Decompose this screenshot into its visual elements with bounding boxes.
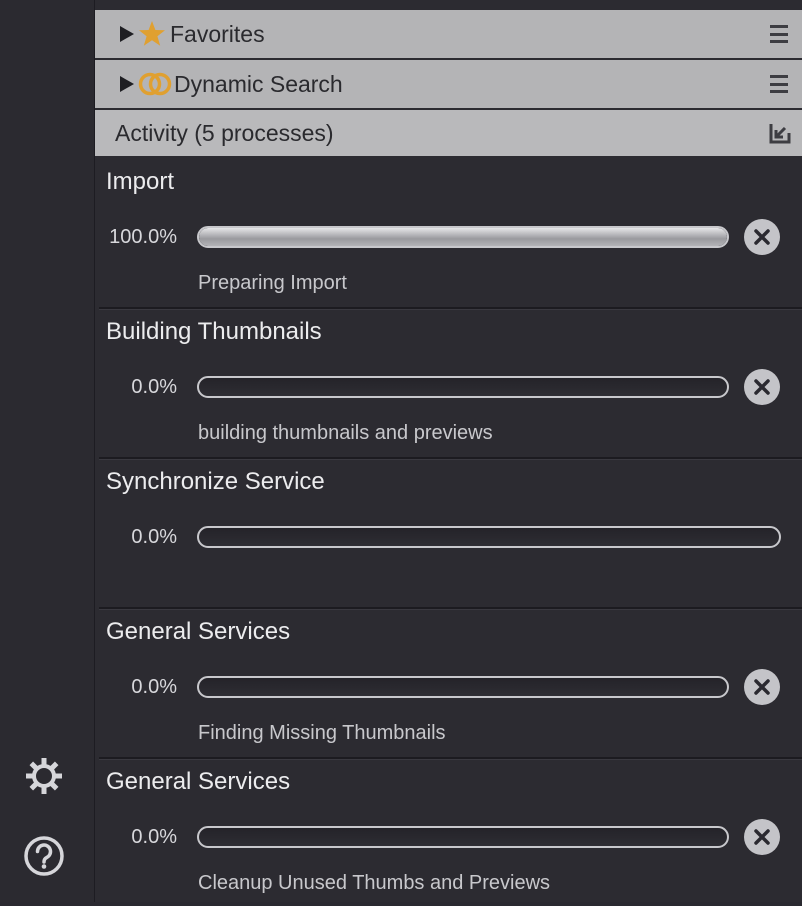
cancel-button[interactable] bbox=[744, 669, 780, 705]
process-item: General Services 0.0% Finding Missing Th… bbox=[99, 606, 802, 756]
dynamic-search-header[interactable]: Dynamic Search bbox=[95, 60, 802, 108]
process-percent: 0.0% bbox=[131, 526, 177, 548]
process-title: General Services bbox=[106, 768, 291, 795]
process-status: Preparing Import bbox=[198, 272, 347, 294]
progress-bar bbox=[197, 226, 729, 248]
favorites-header[interactable]: Favorites bbox=[95, 10, 802, 58]
process-item: Import 100.0% Preparing Import bbox=[99, 156, 802, 306]
interlocking-rings-icon bbox=[138, 71, 172, 97]
cancel-button[interactable] bbox=[744, 219, 780, 255]
progress-bar bbox=[197, 376, 729, 398]
close-icon bbox=[754, 679, 770, 695]
process-item: Building Thumbnails 0.0% building thumbn… bbox=[99, 306, 802, 456]
cancel-button[interactable] bbox=[744, 819, 780, 855]
expand-triangle-icon[interactable] bbox=[120, 76, 134, 92]
progress-bar bbox=[197, 526, 781, 548]
activity-label: Activity (5 processes) bbox=[115, 119, 334, 146]
process-percent: 0.0% bbox=[131, 376, 177, 398]
process-percent: 0.0% bbox=[131, 826, 177, 848]
process-status: Finding Missing Thumbnails bbox=[198, 722, 446, 744]
process-status: Cleanup Unused Thumbs and Previews bbox=[198, 872, 551, 894]
process-percent: 100.0% bbox=[109, 226, 177, 248]
process-title: General Services bbox=[106, 618, 291, 645]
main-panel: Favorites Dynamic Search Activity (5 pro… bbox=[95, 0, 802, 902]
star-icon bbox=[138, 20, 166, 48]
menu-icon[interactable] bbox=[770, 75, 788, 93]
dynamic-search-label: Dynamic Search bbox=[174, 70, 343, 97]
progress-bar bbox=[197, 676, 729, 698]
process-title: Import bbox=[106, 168, 175, 195]
process-item: General Services 0.0% Cleanup Unused Thu… bbox=[99, 756, 802, 906]
close-icon bbox=[754, 229, 770, 245]
question-circle-icon[interactable] bbox=[20, 832, 68, 880]
gear-icon[interactable] bbox=[20, 752, 68, 800]
process-item: Synchronize Service 0.0% bbox=[99, 456, 802, 606]
progress-fill bbox=[199, 228, 727, 246]
collapse-arrow-icon[interactable] bbox=[768, 121, 792, 145]
process-title: Synchronize Service bbox=[106, 468, 325, 495]
expand-triangle-icon[interactable] bbox=[120, 26, 134, 42]
close-icon bbox=[754, 379, 770, 395]
cancel-button[interactable] bbox=[744, 369, 780, 405]
favorites-label: Favorites bbox=[170, 20, 265, 47]
process-percent: 0.0% bbox=[131, 676, 177, 698]
progress-bar bbox=[197, 826, 729, 848]
process-title: Building Thumbnails bbox=[106, 318, 322, 345]
left-sidebar bbox=[0, 0, 95, 902]
close-icon bbox=[754, 829, 770, 845]
menu-icon[interactable] bbox=[770, 25, 788, 43]
process-status: building thumbnails and previews bbox=[198, 422, 493, 444]
activity-header[interactable]: Activity (5 processes) bbox=[95, 110, 802, 156]
